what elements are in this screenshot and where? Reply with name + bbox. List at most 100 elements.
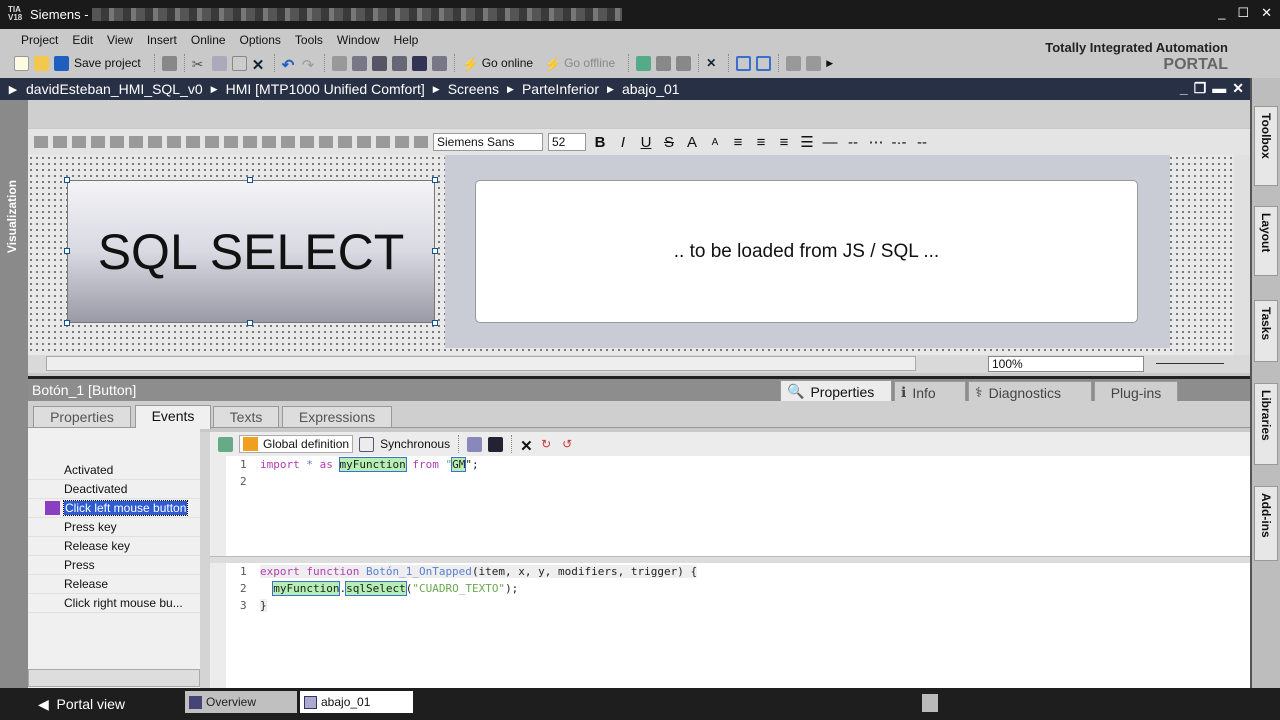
code-splitter[interactable] — [210, 556, 1250, 563]
synchronous-label[interactable]: Synchronous — [380, 437, 450, 451]
close-editor-icon[interactable]: ✕ — [1232, 80, 1244, 97]
menu-help[interactable]: Help — [387, 33, 426, 47]
visualization-tab[interactable]: Visualization — [5, 180, 19, 253]
menu-window[interactable]: Window — [330, 33, 387, 47]
resize-handle[interactable] — [64, 248, 70, 254]
same-width-icon[interactable] — [243, 136, 257, 148]
menu-view[interactable]: View — [100, 33, 140, 47]
text-align-right-icon[interactable]: ≡ — [775, 134, 793, 151]
distribute-icon[interactable] — [224, 136, 238, 148]
strikethrough-icon[interactable]: S — [660, 134, 678, 151]
uncheck-icon[interactable] — [806, 55, 822, 71]
upload-device-icon[interactable] — [391, 55, 407, 71]
global-definition-button[interactable]: Global definition — [239, 435, 354, 453]
resize-handle[interactable] — [247, 320, 253, 326]
zoom-select[interactable]: 100% — [988, 356, 1144, 372]
tab-abajo-01[interactable]: abajo_01 — [300, 691, 413, 713]
check-icon[interactable] — [786, 55, 802, 71]
minimize-editor-icon[interactable]: _ — [1180, 80, 1188, 97]
subtab-properties[interactable]: Properties — [33, 406, 131, 428]
delete-icon[interactable]: ✕ — [252, 56, 267, 74]
panel-splitter[interactable] — [200, 432, 210, 688]
font-grow-icon[interactable]: A — [683, 134, 701, 151]
subtab-texts[interactable]: Texts — [213, 406, 279, 428]
go-online-button[interactable]: Go online — [482, 56, 533, 70]
status-icon[interactable] — [922, 694, 938, 712]
print-icon[interactable] — [161, 55, 177, 71]
ungroup-icon[interactable] — [376, 136, 390, 148]
delete-icon[interactable]: ✕ — [520, 437, 535, 455]
same-height-icon[interactable] — [262, 136, 276, 148]
cross-reference-icon[interactable]: ✕ — [706, 56, 721, 71]
download-device-icon[interactable] — [371, 55, 387, 71]
event-click-right[interactable]: Click right mouse bu... — [28, 594, 200, 613]
line-width-icon[interactable]: ☰ — [798, 133, 816, 151]
paste-icon[interactable] — [231, 55, 247, 71]
event-click-left[interactable]: Click left mouse button — [28, 499, 200, 518]
copy-icon[interactable] — [211, 55, 227, 71]
maximize-icon[interactable]: ☐ — [1237, 5, 1249, 21]
events-hscrollbar[interactable] — [28, 669, 200, 687]
split-vertical-icon[interactable] — [756, 55, 772, 71]
line-dashdotdot-icon[interactable]: -- — [913, 134, 931, 151]
line-solid-icon[interactable]: — — [821, 134, 839, 151]
event-release-key[interactable]: Release key — [28, 537, 200, 556]
breadcrumb-folder[interactable]: ParteInferior — [522, 81, 599, 97]
simulation-icon[interactable] — [411, 55, 427, 71]
text-align-left-icon[interactable]: ≡ — [729, 134, 747, 151]
breadcrumb-screen[interactable]: abajo_01 — [622, 81, 680, 97]
global-code-editor[interactable]: 1 import * as myFunction from "GM"; 2 — [210, 456, 1250, 556]
line-dot-icon[interactable]: ⋯ — [867, 133, 885, 151]
line-dash-icon[interactable]: -- — [844, 134, 862, 151]
tab-toolbox[interactable]: Toolbox — [1254, 106, 1278, 186]
menu-online[interactable]: Online — [184, 33, 233, 47]
menu-tools[interactable]: Tools — [288, 33, 330, 47]
align-right-icon[interactable] — [148, 136, 162, 148]
bring-front-icon[interactable] — [319, 136, 333, 148]
snippets-icon[interactable] — [467, 436, 483, 452]
download-icon[interactable] — [351, 55, 367, 71]
expand-arrow-icon[interactable]: ▶ — [0, 83, 26, 96]
remove-all-breakpoints-icon[interactable]: ↺ — [562, 437, 577, 452]
resize-handle[interactable] — [432, 248, 438, 254]
horizontal-scrollbar[interactable]: 100% — [28, 355, 1250, 373]
menu-options[interactable]: Options — [233, 33, 288, 47]
go-offline-icon[interactable]: ⚡ — [544, 56, 561, 72]
italic-icon[interactable]: I — [614, 134, 632, 151]
breadcrumb-hmi[interactable]: HMI [MTP1000 Unified Comfort] — [226, 81, 425, 97]
event-code-editor[interactable]: 1 export function Botón_1_OnTapped(item,… — [210, 563, 1250, 688]
float-editor-icon[interactable]: ❐ — [1194, 80, 1207, 97]
portal-view-button[interactable]: ◀ Portal view — [38, 696, 125, 713]
send-back-icon[interactable] — [338, 136, 352, 148]
save-project-button[interactable]: Save project — [74, 56, 141, 70]
maximize-editor-icon[interactable]: ▬ — [1212, 80, 1226, 97]
spacing-h-icon[interactable] — [281, 136, 295, 148]
event-press-key[interactable]: Press key — [28, 518, 200, 537]
rotate-icon[interactable] — [53, 136, 67, 148]
resize-handle[interactable] — [64, 177, 70, 183]
tab-layout[interactable]: Layout — [1254, 206, 1278, 276]
resize-handle[interactable] — [432, 177, 438, 183]
accessible-devices-icon[interactable] — [636, 55, 652, 71]
undo-icon[interactable]: ↶ — [282, 56, 297, 74]
spacing-v-icon[interactable] — [300, 136, 314, 148]
zoom-slider[interactable] — [1156, 363, 1224, 364]
layer-down-icon[interactable] — [414, 136, 428, 148]
subtab-expressions[interactable]: Expressions — [282, 406, 392, 428]
tab-tasks[interactable]: Tasks — [1254, 300, 1278, 362]
align-bottom-icon[interactable] — [205, 136, 219, 148]
split-horizontal-icon[interactable] — [736, 55, 752, 71]
save-icon[interactable] — [54, 55, 69, 71]
text-box[interactable]: .. to be loaded from JS / SQL ... — [475, 180, 1138, 323]
start-cpu-icon[interactable] — [656, 55, 672, 71]
runtime-icon[interactable] — [431, 55, 447, 71]
tab-libraries[interactable]: Libraries — [1254, 383, 1278, 465]
go-online-icon[interactable]: ⚡ — [462, 56, 479, 72]
layer-up-icon[interactable] — [395, 136, 409, 148]
sql-select-button[interactable]: SQL SELECT — [67, 180, 435, 323]
remove-breakpoint-icon[interactable]: ↻ — [541, 437, 556, 452]
menu-insert[interactable]: Insert — [140, 33, 184, 47]
scroll-thumb[interactable] — [46, 356, 916, 371]
line-dashdot-icon[interactable]: -·- — [890, 134, 908, 151]
close-icon[interactable]: ✕ — [1261, 5, 1272, 21]
